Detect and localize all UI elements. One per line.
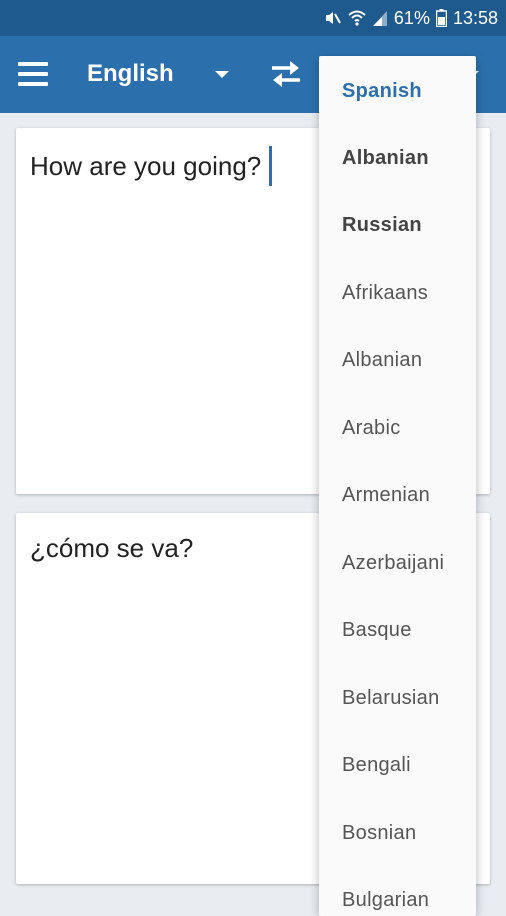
status-bar: 61% 13:58: [0, 0, 506, 36]
clock: 13:58: [452, 7, 498, 28]
language-option[interactable]: Albanian: [342, 125, 429, 192]
language-option[interactable]: Albanian: [342, 327, 422, 394]
language-option[interactable]: Armenian: [342, 462, 430, 529]
language-option[interactable]: Bulgarian: [342, 867, 429, 916]
source-text-input[interactable]: How are you going?: [30, 146, 272, 188]
language-option[interactable]: Afrikaans: [342, 260, 428, 327]
language-option[interactable]: Basque: [342, 597, 412, 664]
signal-icon: [372, 9, 388, 27]
swap-icon[interactable]: [268, 58, 304, 90]
language-option[interactable]: Belarusian: [342, 665, 440, 732]
status-icons: 61% 13:58: [324, 0, 498, 36]
language-option[interactable]: Spanish: [342, 58, 422, 125]
source-text: How are you going?: [30, 150, 262, 181]
battery-icon: [435, 9, 447, 27]
battery-percent: 61%: [393, 7, 430, 28]
wifi-icon: [348, 9, 366, 27]
language-option[interactable]: Bosnian: [342, 800, 416, 867]
language-option[interactable]: Azerbaijani: [342, 530, 444, 597]
target-language-dropdown[interactable]: Spanish Albanian Russian Afrikaans Alban…: [319, 56, 476, 916]
language-option[interactable]: Bengali: [342, 732, 411, 799]
translation-text: ¿cómo se va?: [30, 533, 194, 563]
menu-icon[interactable]: [18, 62, 48, 86]
mute-icon: [324, 9, 342, 27]
source-language-selector[interactable]: English: [70, 54, 229, 94]
language-option[interactable]: Arabic: [342, 395, 401, 462]
dropdown-caret-icon: [215, 71, 229, 78]
language-option[interactable]: Russian: [342, 192, 422, 259]
text-cursor: [269, 146, 272, 186]
source-language-label: English: [87, 60, 174, 87]
